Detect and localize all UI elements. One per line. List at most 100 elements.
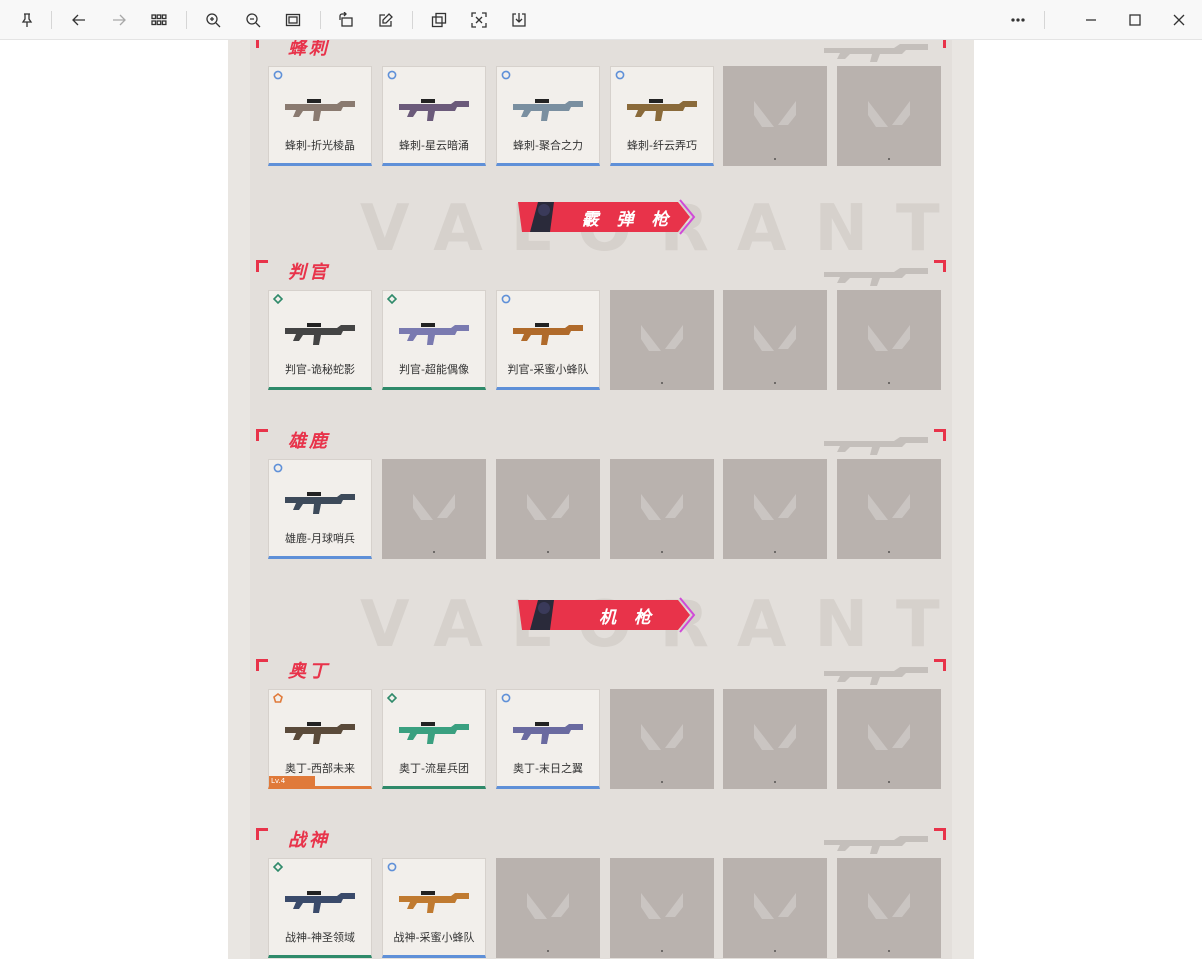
skin-card[interactable]: 战神-采蜜小蜂队	[382, 858, 486, 958]
zoom-out-button[interactable]	[238, 5, 268, 35]
corner-bracket	[256, 40, 268, 48]
category-banner: 霰 弹 枪	[518, 198, 696, 236]
maximize-button[interactable]	[1120, 5, 1150, 35]
slot-dot	[661, 551, 663, 553]
minimize-button[interactable]	[1076, 5, 1106, 35]
skin-card[interactable]: 蜂刺-聚合之力	[496, 66, 600, 166]
slot-dot	[774, 158, 776, 160]
corner-bracket	[256, 828, 268, 840]
fit-button[interactable]	[278, 5, 308, 35]
more-button[interactable]	[1003, 5, 1033, 35]
copy-icon	[431, 12, 447, 28]
zoom-out-icon	[246, 13, 261, 28]
valorant-logo-icon	[754, 724, 796, 750]
weapon-section: 奥丁 奥丁-西部未来 Lv.4 奥丁-流星兵团 奥丁-末日之翼	[256, 659, 946, 799]
weapon-skin-image	[285, 323, 355, 345]
valorant-logo-icon	[754, 325, 796, 351]
skin-name: 判官-超能偶像	[399, 363, 469, 376]
section-title: 判官	[288, 262, 330, 283]
slot-dot	[661, 382, 663, 384]
valorant-logo-icon	[754, 101, 796, 127]
maximize-icon	[1129, 14, 1141, 26]
empty-skin-slot	[610, 290, 714, 390]
skin-card[interactable]: 判官-采蜜小蜂队	[496, 290, 600, 390]
scan-text-icon	[471, 12, 487, 28]
empty-skin-slot	[610, 858, 714, 958]
skin-card[interactable]: 蜂刺-折光棱晶	[268, 66, 372, 166]
valorant-logo-icon	[754, 893, 796, 919]
forward-button[interactable]	[104, 5, 134, 35]
edit-button[interactable]	[371, 5, 401, 35]
corner-bracket	[256, 260, 268, 272]
gallery-button[interactable]	[144, 5, 174, 35]
back-button[interactable]	[64, 5, 94, 35]
skin-card[interactable]: 奥丁-末日之翼	[496, 689, 600, 789]
valorant-logo-icon	[868, 724, 910, 750]
skin-name: 判官-采蜜小蜂队	[507, 363, 589, 376]
empty-skin-slot	[837, 689, 941, 789]
valorant-logo-icon	[868, 893, 910, 919]
skin-card[interactable]: 奥丁-流星兵团	[382, 689, 486, 789]
slot-dot	[888, 158, 890, 160]
skin-card[interactable]: 判官-超能偶像	[382, 290, 486, 390]
weapon-silhouette-icon	[824, 268, 928, 286]
weapon-silhouette-icon	[824, 437, 928, 455]
download-icon	[512, 13, 526, 27]
weapon-skin-image	[285, 722, 355, 744]
rarity-blue-icon	[273, 463, 283, 473]
skin-name: 蜂刺-折光棱晶	[285, 139, 355, 152]
empty-skin-slot	[723, 689, 827, 789]
empty-skin-slot	[837, 290, 941, 390]
corner-bracket	[934, 659, 946, 671]
rarity-green-icon	[387, 294, 397, 304]
zoom-in-icon	[206, 13, 221, 28]
weapon-silhouette-icon	[824, 44, 928, 62]
rotate-button[interactable]	[331, 5, 361, 35]
category-banner: 机 枪	[518, 596, 696, 634]
slot-dot	[774, 781, 776, 783]
slot-dot	[888, 382, 890, 384]
banner-label: 机 枪	[599, 608, 657, 628]
image-canvas[interactable]: VALORANT VALORANT 蜂刺蜂刺-折光棱晶蜂刺-星云暗涌蜂刺-聚合之…	[0, 40, 1202, 959]
valorant-logo-icon	[641, 325, 683, 351]
skin-name: 蜂刺-纤云弄巧	[627, 139, 697, 152]
slot-dot	[547, 950, 549, 952]
weapon-section: 战神 战神-神圣领域 战神-采蜜小蜂队	[256, 828, 946, 959]
skin-card[interactable]: 蜂刺-纤云弄巧	[610, 66, 714, 166]
skin-card[interactable]: 蜂刺-星云暗涌	[382, 66, 486, 166]
arrow-left-icon	[72, 14, 85, 26]
empty-skin-slot	[837, 459, 941, 559]
pin-button[interactable]	[12, 5, 42, 35]
corner-bracket	[934, 260, 946, 272]
valorant-logo-icon	[754, 494, 796, 520]
skin-card[interactable]: 判官-诡秘蛇影	[268, 290, 372, 390]
rarity-orange-icon	[273, 693, 283, 703]
extract-text-button[interactable]	[464, 5, 494, 35]
valorant-logo-icon	[868, 101, 910, 127]
zoom-in-button[interactable]	[198, 5, 228, 35]
image-viewer-toolbar	[0, 0, 1202, 40]
rarity-blue-icon	[501, 70, 511, 80]
slot-dot	[888, 950, 890, 952]
weapon-section: 雄鹿 雄鹿-月球哨兵	[256, 429, 946, 569]
empty-skin-slot	[837, 858, 941, 958]
weapon-skin-poster: VALORANT VALORANT 蜂刺蜂刺-折光棱晶蜂刺-星云暗涌蜂刺-聚合之…	[228, 40, 974, 959]
empty-skin-slot	[723, 459, 827, 559]
slot-dot	[888, 781, 890, 783]
skin-card[interactable]: 战神-神圣领域	[268, 858, 372, 958]
skin-card[interactable]: 奥丁-西部未来 Lv.4	[268, 689, 372, 789]
empty-skin-slot	[723, 290, 827, 390]
valorant-logo-icon	[641, 893, 683, 919]
weapon-skin-image	[513, 323, 583, 345]
weapon-section: 判官判官-诡秘蛇影 判官-超能偶像 判官-采蜜小蜂队	[256, 260, 946, 400]
banner-label: 霰 弹 枪	[581, 210, 675, 230]
close-button[interactable]	[1164, 5, 1194, 35]
skin-card[interactable]: 雄鹿-月球哨兵	[268, 459, 372, 559]
save-button[interactable]	[504, 5, 534, 35]
empty-skin-slot	[723, 66, 827, 166]
copy-button[interactable]	[424, 5, 454, 35]
rarity-green-icon	[273, 862, 283, 872]
empty-skin-slot	[610, 459, 714, 559]
fit-screen-icon	[285, 13, 301, 27]
weapon-skin-image	[513, 722, 583, 744]
